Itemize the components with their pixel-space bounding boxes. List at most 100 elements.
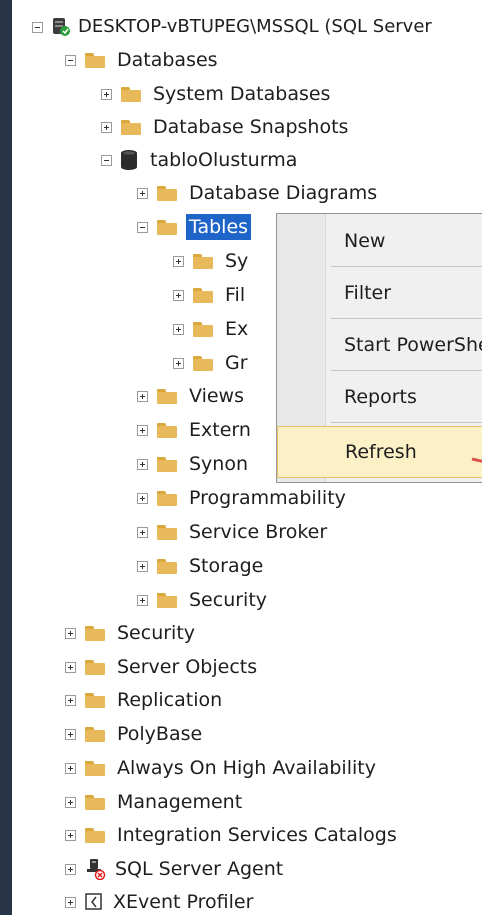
- collapse-toggle[interactable]: [65, 54, 76, 66]
- tree-node-server-objects[interactable]: Server Objects: [65, 652, 260, 682]
- menu-item-reports[interactable]: Reports: [277, 372, 482, 422]
- tree-node-database-snapshots[interactable]: Database Snapshots: [101, 112, 351, 142]
- folder-icon: [85, 52, 105, 68]
- expand-toggle[interactable]: [137, 492, 148, 504]
- collapse-toggle[interactable]: [101, 154, 112, 166]
- folder-icon: [157, 185, 177, 201]
- expand-toggle[interactable]: [137, 594, 148, 606]
- tree-node-replication[interactable]: Replication: [65, 685, 225, 715]
- folder-icon: [121, 119, 141, 135]
- folder-icon: [85, 726, 105, 742]
- expand-toggle[interactable]: [65, 627, 76, 639]
- expand-toggle[interactable]: [173, 357, 184, 369]
- expand-toggle[interactable]: [137, 424, 148, 436]
- folder-icon: [85, 760, 105, 776]
- expand-toggle[interactable]: [137, 187, 148, 199]
- tree-node-management[interactable]: Management: [65, 787, 245, 817]
- folder-icon: [85, 794, 105, 810]
- node-label: Database Snapshots: [153, 116, 349, 138]
- node-label: Storage: [189, 555, 264, 577]
- tree-node-system-databases[interactable]: System Databases: [101, 79, 333, 109]
- folder-icon: [85, 692, 105, 708]
- expand-toggle[interactable]: [65, 796, 76, 808]
- tree-node-tables[interactable]: Tables: [137, 212, 252, 242]
- collapse-toggle[interactable]: [137, 221, 148, 233]
- expand-toggle[interactable]: [65, 863, 76, 875]
- expand-toggle[interactable]: [137, 560, 148, 572]
- folder-icon: [85, 625, 105, 641]
- node-label: System Databases: [153, 83, 331, 105]
- expand-toggle[interactable]: [65, 896, 76, 908]
- collapse-toggle[interactable]: [32, 21, 43, 33]
- tree-node-xevent-profiler[interactable]: XEvent Profiler: [65, 887, 256, 915]
- expand-toggle[interactable]: [65, 829, 76, 841]
- node-label: Sy: [225, 250, 249, 272]
- menu-item-start-powershell[interactable]: Start PowerShell: [277, 320, 482, 370]
- expand-toggle[interactable]: [137, 390, 148, 402]
- xevent-icon: [85, 893, 102, 910]
- tree-node-filetables[interactable]: Fil: [173, 280, 248, 310]
- menu-item-refresh[interactable]: Refresh: [277, 426, 482, 478]
- node-label: Ex: [225, 318, 249, 340]
- folder-icon: [157, 558, 177, 574]
- tree-node-db-security[interactable]: Security: [137, 585, 270, 615]
- node-label: Security: [117, 622, 196, 644]
- tree-node-sql-server-agent[interactable]: SQL Server Agent: [65, 854, 286, 884]
- expand-toggle[interactable]: [65, 728, 76, 740]
- expand-toggle[interactable]: [65, 694, 76, 706]
- node-label: Security: [189, 589, 268, 611]
- expand-toggle[interactable]: [173, 289, 184, 301]
- folder-icon: [157, 592, 177, 608]
- tree-node-database[interactable]: tabloOlusturma: [101, 145, 300, 175]
- tree-node-polybase[interactable]: PolyBase: [65, 719, 205, 749]
- expand-toggle[interactable]: [101, 88, 112, 100]
- expand-toggle[interactable]: [173, 323, 184, 335]
- expand-toggle[interactable]: [65, 661, 76, 673]
- tree-node-always-on[interactable]: Always On High Availability: [65, 753, 379, 783]
- node-label: Extern: [189, 419, 251, 441]
- folder-icon: [157, 490, 177, 506]
- menu-item-filter[interactable]: Filter: [277, 268, 482, 318]
- tree-node-external-resources[interactable]: Extern: [137, 415, 254, 445]
- tree-node-system-tables[interactable]: Sy: [173, 246, 251, 276]
- tree-node-service-broker[interactable]: Service Broker: [137, 517, 330, 547]
- node-label: Always On High Availability: [117, 757, 376, 779]
- tree-node-integration-services[interactable]: Integration Services Catalogs: [65, 820, 400, 850]
- folder-icon: [193, 287, 213, 303]
- node-label: Synon: [189, 453, 249, 475]
- tree-node-external-tables[interactable]: Ex: [173, 314, 251, 344]
- server-icon: [53, 18, 70, 36]
- tree-node-graph-tables[interactable]: Gr: [173, 348, 251, 378]
- folder-icon: [157, 219, 177, 235]
- tree-node-synonyms[interactable]: Synon: [137, 449, 251, 479]
- tree-node-security[interactable]: Security: [65, 618, 198, 648]
- tree-node-database-diagrams[interactable]: Database Diagrams: [137, 178, 380, 208]
- menu-item-new[interactable]: New: [277, 216, 482, 266]
- expand-toggle[interactable]: [173, 255, 184, 267]
- expand-toggle[interactable]: [65, 762, 76, 774]
- sql-agent-icon: [87, 859, 106, 880]
- folder-icon: [85, 659, 105, 675]
- expand-toggle[interactable]: [137, 458, 148, 470]
- tree-node-programmability[interactable]: Programmability: [137, 483, 349, 513]
- node-label: Programmability: [189, 487, 346, 509]
- menu-separator: [331, 266, 482, 267]
- context-menu: New Filter Start PowerShell Reports Refr…: [276, 213, 482, 483]
- folder-icon: [193, 321, 213, 337]
- node-label: Gr: [225, 352, 248, 374]
- tree-node-server[interactable]: DESKTOP-vBTUPEG\MSSQL (SQL Server: [32, 12, 435, 42]
- tree-node-databases[interactable]: Databases: [65, 45, 221, 75]
- server-label: DESKTOP-vBTUPEG\MSSQL (SQL Server: [78, 16, 432, 37]
- folder-icon: [121, 86, 141, 102]
- expand-toggle[interactable]: [101, 121, 112, 133]
- tree-node-views[interactable]: Views: [137, 381, 247, 411]
- node-label-selected: Tables: [186, 214, 252, 240]
- menu-separator: [331, 422, 482, 423]
- tree-node-storage[interactable]: Storage: [137, 551, 266, 581]
- expand-toggle[interactable]: [137, 526, 148, 538]
- node-label: Integration Services Catalogs: [117, 824, 397, 846]
- folder-icon: [157, 456, 177, 472]
- folder-icon: [85, 827, 105, 843]
- node-label: PolyBase: [117, 723, 203, 745]
- node-label: Server Objects: [117, 656, 258, 678]
